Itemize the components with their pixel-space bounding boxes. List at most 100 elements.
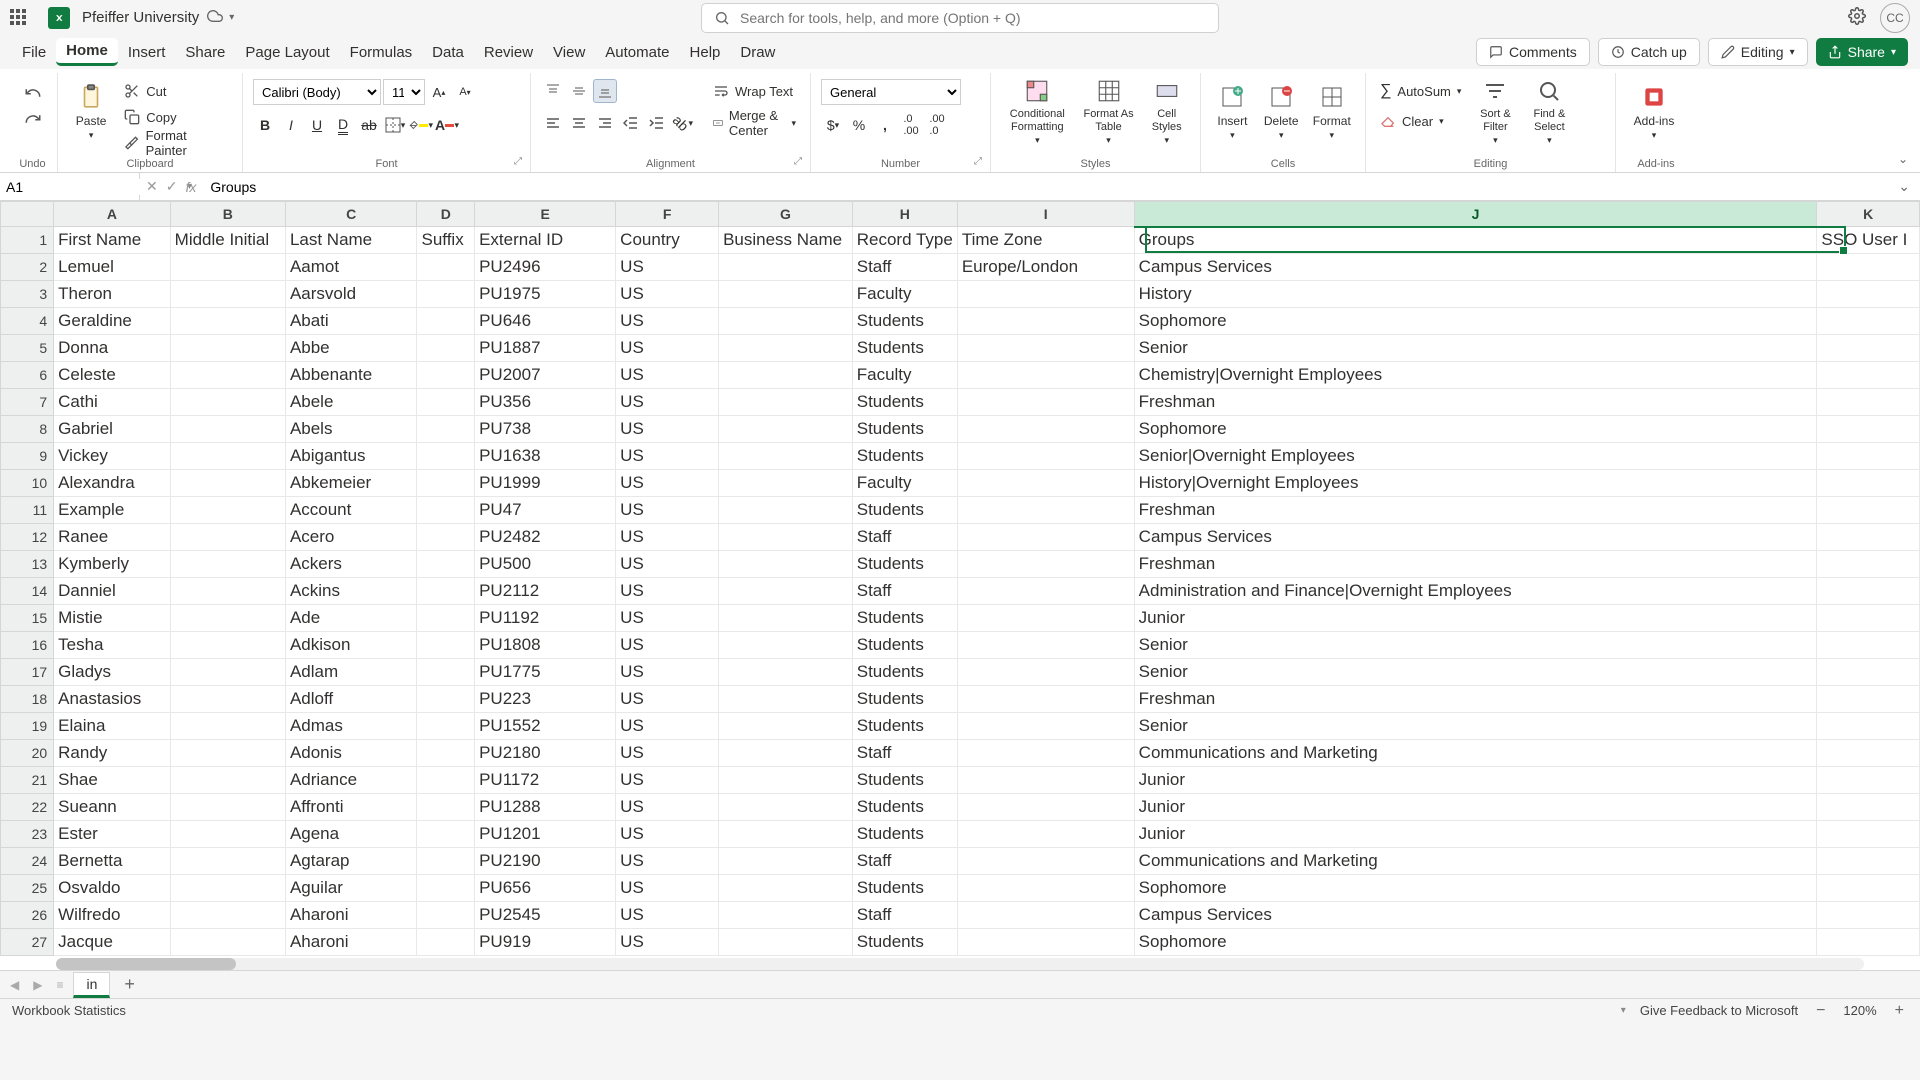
wrap-text-button[interactable]: Wrap Text: [709, 79, 800, 103]
cell[interactable]: US: [616, 659, 719, 686]
cell[interactable]: Freshman: [1134, 551, 1817, 578]
cell[interactable]: Record Type: [852, 227, 957, 254]
cell[interactable]: [170, 686, 285, 713]
cell[interactable]: US: [616, 767, 719, 794]
cell[interactable]: [417, 632, 475, 659]
cell[interactable]: Donna: [54, 335, 171, 362]
font-color-button[interactable]: A▾: [435, 113, 459, 137]
cell[interactable]: [417, 578, 475, 605]
cell[interactable]: [719, 281, 853, 308]
row-header[interactable]: 25: [1, 875, 54, 902]
cell[interactable]: Aarsvold: [285, 281, 417, 308]
cell[interactable]: [719, 470, 853, 497]
cell[interactable]: [719, 362, 853, 389]
cell[interactable]: US: [616, 308, 719, 335]
cell[interactable]: [719, 794, 853, 821]
cell[interactable]: [719, 713, 853, 740]
cell[interactable]: [957, 821, 1134, 848]
cell[interactable]: Adlam: [285, 659, 417, 686]
row-header[interactable]: 7: [1, 389, 54, 416]
number-dialog-launcher[interactable]: ⤢: [974, 156, 986, 168]
cell[interactable]: Groups: [1134, 227, 1817, 254]
cell[interactable]: [1817, 740, 1920, 767]
cell[interactable]: [417, 524, 475, 551]
row-header[interactable]: 27: [1, 929, 54, 956]
sheet-tab[interactable]: in: [73, 972, 110, 998]
cell[interactable]: Communications and Marketing: [1134, 740, 1817, 767]
cell[interactable]: [957, 362, 1134, 389]
cell[interactable]: Account: [285, 497, 417, 524]
cell[interactable]: Ackers: [285, 551, 417, 578]
cell[interactable]: Cathi: [54, 389, 171, 416]
cell[interactable]: Senior: [1134, 632, 1817, 659]
cell[interactable]: US: [616, 605, 719, 632]
cell[interactable]: Staff: [852, 254, 957, 281]
orientation-button[interactable]: ab▾: [671, 111, 695, 135]
cell[interactable]: Students: [852, 335, 957, 362]
cell[interactable]: [719, 875, 853, 902]
fx-icon[interactable]: fx: [185, 179, 196, 195]
cell[interactable]: [957, 497, 1134, 524]
cell[interactable]: [719, 929, 853, 956]
cell[interactable]: [719, 389, 853, 416]
cell[interactable]: Acero: [285, 524, 417, 551]
cell[interactable]: Students: [852, 929, 957, 956]
cell[interactable]: PU2007: [475, 362, 616, 389]
cell[interactable]: PU1201: [475, 821, 616, 848]
row-header[interactable]: 5: [1, 335, 54, 362]
cell[interactable]: [417, 929, 475, 956]
cell[interactable]: Faculty: [852, 281, 957, 308]
cell[interactable]: [170, 659, 285, 686]
cell[interactable]: Students: [852, 767, 957, 794]
cell[interactable]: Shae: [54, 767, 171, 794]
cell[interactable]: [957, 443, 1134, 470]
cell[interactable]: [1817, 254, 1920, 281]
cell[interactable]: PU738: [475, 416, 616, 443]
cell[interactable]: Aharoni: [285, 929, 417, 956]
cell[interactable]: [957, 470, 1134, 497]
cell[interactable]: [170, 578, 285, 605]
cell[interactable]: [1817, 524, 1920, 551]
formula-bar-expand-button[interactable]: ⌄: [1888, 173, 1920, 200]
cell[interactable]: Abati: [285, 308, 417, 335]
row-header[interactable]: 13: [1, 551, 54, 578]
cell[interactable]: PU2190: [475, 848, 616, 875]
cell[interactable]: [1817, 767, 1920, 794]
editing-mode-button[interactable]: Editing▾: [1708, 38, 1808, 66]
cell[interactable]: Europe/London: [957, 254, 1134, 281]
column-header-G[interactable]: G: [719, 202, 853, 227]
menu-review[interactable]: Review: [474, 40, 543, 65]
cell[interactable]: Kymberly: [54, 551, 171, 578]
cell[interactable]: Students: [852, 659, 957, 686]
row-header[interactable]: 19: [1, 713, 54, 740]
ribbon-collapse-button[interactable]: ⌄: [1898, 152, 1908, 166]
cell[interactable]: Middle Initial: [170, 227, 285, 254]
cell[interactable]: Jacque: [54, 929, 171, 956]
column-header-B[interactable]: B: [170, 202, 285, 227]
cell[interactable]: PU646: [475, 308, 616, 335]
cell[interactable]: [417, 767, 475, 794]
cell[interactable]: Students: [852, 416, 957, 443]
cell[interactable]: [417, 443, 475, 470]
cell[interactable]: Communications and Marketing: [1134, 848, 1817, 875]
cell[interactable]: [719, 551, 853, 578]
cell[interactable]: [1817, 281, 1920, 308]
cell[interactable]: Randy: [54, 740, 171, 767]
cell[interactable]: [719, 335, 853, 362]
cell[interactable]: [1817, 470, 1920, 497]
cell[interactable]: [957, 767, 1134, 794]
cell[interactable]: [170, 632, 285, 659]
cell-styles-button[interactable]: Cell Styles▾: [1143, 75, 1190, 147]
cell[interactable]: [170, 335, 285, 362]
cell[interactable]: [957, 794, 1134, 821]
cell[interactable]: Aamot: [285, 254, 417, 281]
cell[interactable]: Students: [852, 389, 957, 416]
cell[interactable]: [1817, 821, 1920, 848]
cell[interactable]: [170, 362, 285, 389]
cell[interactable]: Gladys: [54, 659, 171, 686]
cell[interactable]: Country: [616, 227, 719, 254]
cell[interactable]: [1817, 875, 1920, 902]
formula-bar-input[interactable]: [202, 173, 1888, 200]
cell[interactable]: [719, 659, 853, 686]
cell[interactable]: Students: [852, 443, 957, 470]
